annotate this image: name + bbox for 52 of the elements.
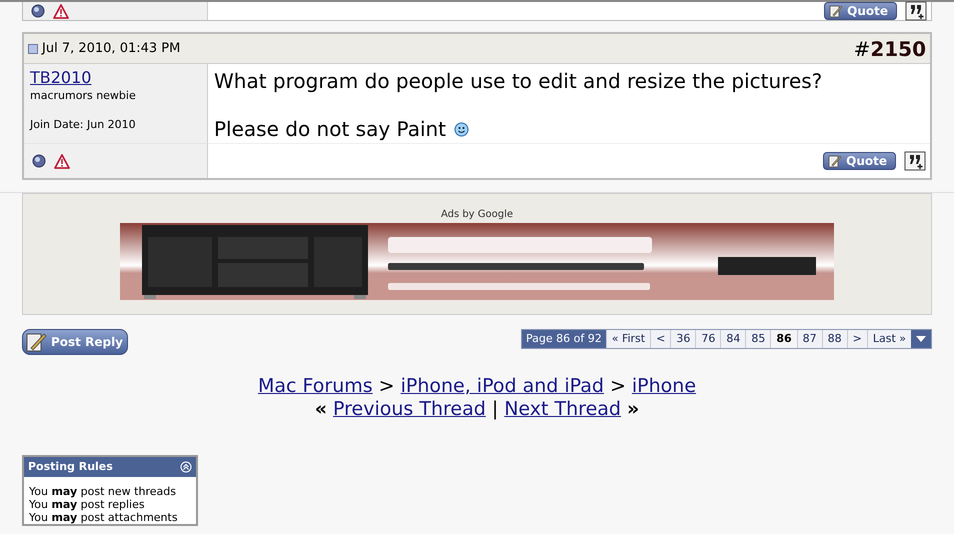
pencil-icon	[829, 4, 844, 18]
page-count: Page 86 of 92	[522, 330, 606, 348]
pencil-icon	[25, 331, 47, 353]
posting-rule: You may post new threads	[29, 485, 177, 498]
warning-icon[interactable]	[54, 154, 70, 168]
post-reply-button[interactable]: Post Reply	[22, 329, 128, 355]
posting-rules-title: Posting Rules	[28, 458, 113, 475]
user-title: macrumors newbie	[30, 88, 137, 104]
previous-thread-link[interactable]: Previous Thread	[333, 398, 486, 421]
post-number-prefix: #	[854, 36, 870, 62]
join-date: Join Date: Jun 2010	[30, 116, 137, 132]
page-menu-button[interactable]	[911, 330, 931, 348]
dropdown-arrow-icon	[916, 336, 926, 342]
post-number[interactable]: 2150	[870, 34, 926, 64]
page-link[interactable]: <	[650, 330, 670, 348]
warning-icon[interactable]	[53, 4, 69, 18]
nav-divider: |	[492, 398, 498, 421]
multi-quote-icon[interactable]	[904, 151, 926, 171]
breadcrumb-separator: >	[378, 375, 395, 398]
next-arrow: »	[626, 398, 640, 421]
quote-button[interactable]: Quote	[823, 152, 896, 170]
page-link[interactable]: 88	[822, 330, 847, 348]
page-link[interactable]: 76	[695, 330, 720, 348]
breadcrumb-separator: >	[610, 375, 626, 398]
username-link[interactable]: TB2010	[30, 68, 201, 88]
page-link[interactable]: 85	[745, 330, 770, 348]
message-text: What program do people use to edit and resize the pictures?	[214, 69, 822, 93]
page-link[interactable]: 87	[796, 330, 822, 348]
multi-quote-icon[interactable]	[905, 1, 927, 21]
post-date: Jul 7, 2010, 01:43 PM	[42, 40, 180, 58]
quote-button[interactable]: Quote	[824, 2, 897, 20]
status-dot-icon	[31, 4, 45, 18]
page-link[interactable]: Last »	[866, 330, 911, 348]
post-icon	[28, 44, 38, 54]
page-link[interactable]: >	[846, 330, 867, 348]
breadcrumb-link[interactable]: Mac Forums	[258, 375, 373, 398]
message-text: Please do not say Paint	[214, 116, 446, 142]
smiley-icon	[454, 122, 470, 136]
page-link[interactable]: « First	[606, 330, 650, 348]
posting-rule: You may post attachments	[29, 511, 179, 524]
pencil-icon	[828, 154, 842, 168]
status-dot-icon	[32, 154, 46, 168]
breadcrumb-link[interactable]: iPhone	[632, 375, 696, 398]
page-link[interactable]: 36	[670, 330, 696, 348]
next-thread-link[interactable]: Next Thread	[504, 398, 621, 421]
page-link[interactable]: 86	[770, 330, 797, 348]
ads-label: Ads by Google	[440, 208, 514, 222]
page-link[interactable]: 84	[720, 330, 746, 348]
collapse-icon[interactable]	[180, 461, 192, 473]
previous-arrow: «	[314, 398, 328, 421]
posting-rule: You may post replies	[29, 498, 146, 511]
breadcrumb-link[interactable]: iPhone, iPod and iPad	[400, 375, 604, 398]
